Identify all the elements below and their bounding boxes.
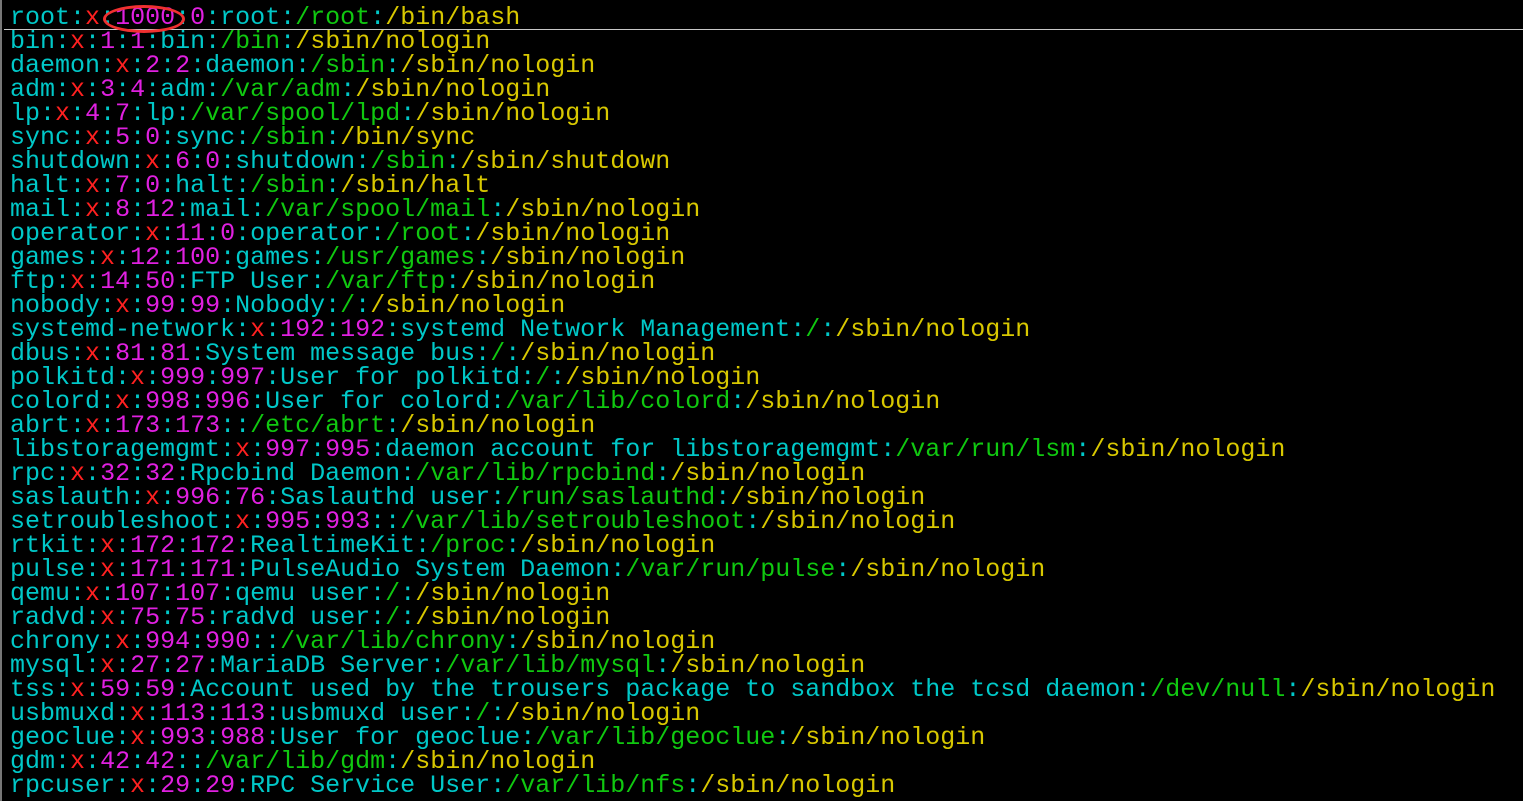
field-separator: : xyxy=(835,555,851,584)
shell: /sbin/nologin xyxy=(700,771,896,800)
field-separator: : xyxy=(775,723,791,752)
field-separator: : xyxy=(115,771,131,800)
home-dir: / xyxy=(805,315,821,344)
passwd-file-content[interactable]: root:x:1000:0:root:/root:/bin/bash bin:x:… xyxy=(10,5,1496,800)
shell: /sbin/nologin xyxy=(850,555,1046,584)
terminal-window[interactable]: root:x:1000:0:root:/root:/bin/bash bin:x:… xyxy=(0,0,1523,801)
home-dir: /var/run/lsm xyxy=(895,435,1076,464)
username: rpcuser xyxy=(10,771,116,800)
shell: /sbin/nologin xyxy=(1300,675,1496,704)
home-dir: /var/run/pulse xyxy=(625,555,836,584)
field-separator: : xyxy=(730,387,746,416)
passwd-line: rpcuser:x:29:29:RPC Service User:/var/li… xyxy=(10,771,1495,800)
field-separator: : xyxy=(685,771,701,800)
shell: /sbin/nologin xyxy=(1090,435,1286,464)
field-separator: : xyxy=(190,771,206,800)
home-dir: /var/lib/nfs xyxy=(505,771,686,800)
field-separator: : xyxy=(145,771,161,800)
field-separator: : xyxy=(490,771,506,800)
shell: /sbin/shutdown xyxy=(460,147,671,176)
shell: /sbin/nologin xyxy=(760,507,956,536)
red-ellipse-annotation xyxy=(103,5,185,33)
shell: /sbin/nologin xyxy=(745,387,941,416)
field-separator: : xyxy=(1135,675,1151,704)
field-separator: : xyxy=(790,315,806,344)
gid: 29 xyxy=(205,771,236,800)
password-field: x xyxy=(130,771,146,800)
field-separator: : xyxy=(1285,675,1301,704)
gecos: RPC Service User xyxy=(250,771,491,800)
field-separator: : xyxy=(820,315,836,344)
uid: 29 xyxy=(160,771,191,800)
shell: /sbin/nologin xyxy=(790,723,986,752)
home-dir: /dev/null xyxy=(1150,675,1286,704)
field-separator: : xyxy=(235,771,251,800)
shell: /sbin/nologin xyxy=(835,315,1031,344)
field-separator: : xyxy=(880,435,896,464)
field-separator: : xyxy=(610,555,626,584)
field-separator: : xyxy=(745,507,761,536)
field-separator: : xyxy=(1075,435,1091,464)
